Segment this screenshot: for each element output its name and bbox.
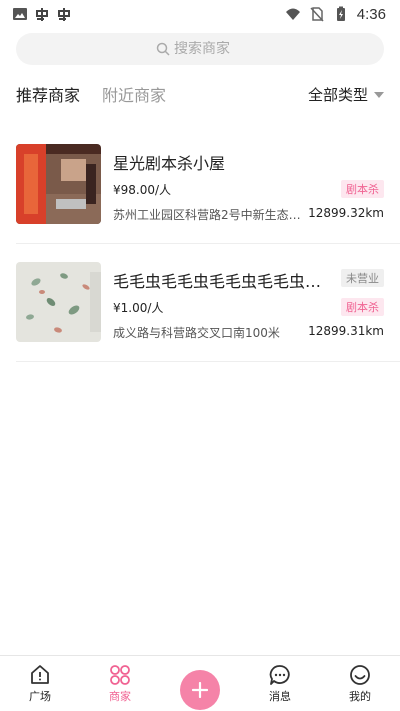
no-sim-icon <box>310 7 324 22</box>
caret-down-icon <box>374 91 384 98</box>
status-system: 4:36 <box>285 6 386 23</box>
category-tag: 剧本杀 <box>341 298 384 316</box>
nav-messages[interactable]: 消息 <box>240 656 320 711</box>
profile-icon <box>350 665 370 685</box>
plus-icon <box>192 682 208 698</box>
merchant-photo <box>16 262 101 342</box>
status-notifications <box>12 6 72 22</box>
tab-nearby[interactable]: 附近商家 <box>102 82 166 106</box>
search-icon <box>156 42 170 56</box>
bottom-navigation: 广场 商家 消息 我的 <box>0 655 400 711</box>
nav-merchant[interactable]: 商家 <box>80 656 160 711</box>
nav-profile-label: 我的 <box>349 690 371 703</box>
merchant-name: 星光剧本杀小屋 <box>113 154 226 173</box>
merchant-address: 苏州工业园区科营路2号中新生态大... <box>113 208 309 222</box>
merchant-price: ¥98.00/人 <box>113 183 172 197</box>
home-icon <box>31 665 49 684</box>
merchant-distance: 12899.31km <box>308 324 384 338</box>
publish-button[interactable] <box>180 670 220 710</box>
status-bar: 4:36 <box>0 0 400 28</box>
nav-square-label: 广场 <box>29 690 51 703</box>
merchant-card[interactable]: 星光剧本杀小屋 ¥98.00/人 剧本杀 苏州工业园区科营路2号中新生态大...… <box>16 126 400 244</box>
merchant-address: 成义路与科营路交叉口南100米 <box>113 326 280 340</box>
nav-publish[interactable] <box>160 656 240 711</box>
battery-icon <box>336 6 345 21</box>
tab-recommended[interactable]: 推荐商家 <box>16 82 80 106</box>
app-notification-icon <box>36 8 48 21</box>
merchant-price: ¥1.00/人 <box>113 301 164 315</box>
nav-square[interactable]: 广场 <box>0 656 80 711</box>
type-filter-dropdown[interactable]: 全部类型 <box>308 84 384 105</box>
nav-messages-label: 消息 <box>269 690 291 703</box>
image-notification-icon <box>13 8 27 20</box>
search-bar[interactable] <box>16 33 384 65</box>
search-input[interactable] <box>174 41 244 57</box>
merchant-card[interactable]: 毛毛虫毛毛虫毛毛虫毛毛虫毛... 未营业 ¥1.00/人 剧本杀 成义路与科营路… <box>16 244 400 362</box>
merchant-icon <box>110 665 130 685</box>
merchant-photo <box>16 144 101 224</box>
nav-profile[interactable]: 我的 <box>320 656 400 711</box>
merchant-name: 毛毛虫毛毛虫毛毛虫毛毛虫毛... <box>113 272 335 291</box>
wifi-icon <box>285 8 300 20</box>
clock: 4:36 <box>356 5 386 23</box>
nav-merchant-label: 商家 <box>109 690 131 703</box>
merchant-tabs: 推荐商家 附近商家 全部类型 <box>16 80 384 108</box>
merchant-distance: 12899.32km <box>308 206 384 220</box>
closed-status-tag: 未营业 <box>341 269 384 287</box>
message-icon <box>269 665 290 685</box>
type-filter-label: 全部类型 <box>307 86 368 104</box>
app-notification-icon <box>58 8 70 21</box>
category-tag: 剧本杀 <box>341 180 384 198</box>
merchant-list: 星光剧本杀小屋 ¥98.00/人 剧本杀 苏州工业园区科营路2号中新生态大...… <box>0 126 400 362</box>
